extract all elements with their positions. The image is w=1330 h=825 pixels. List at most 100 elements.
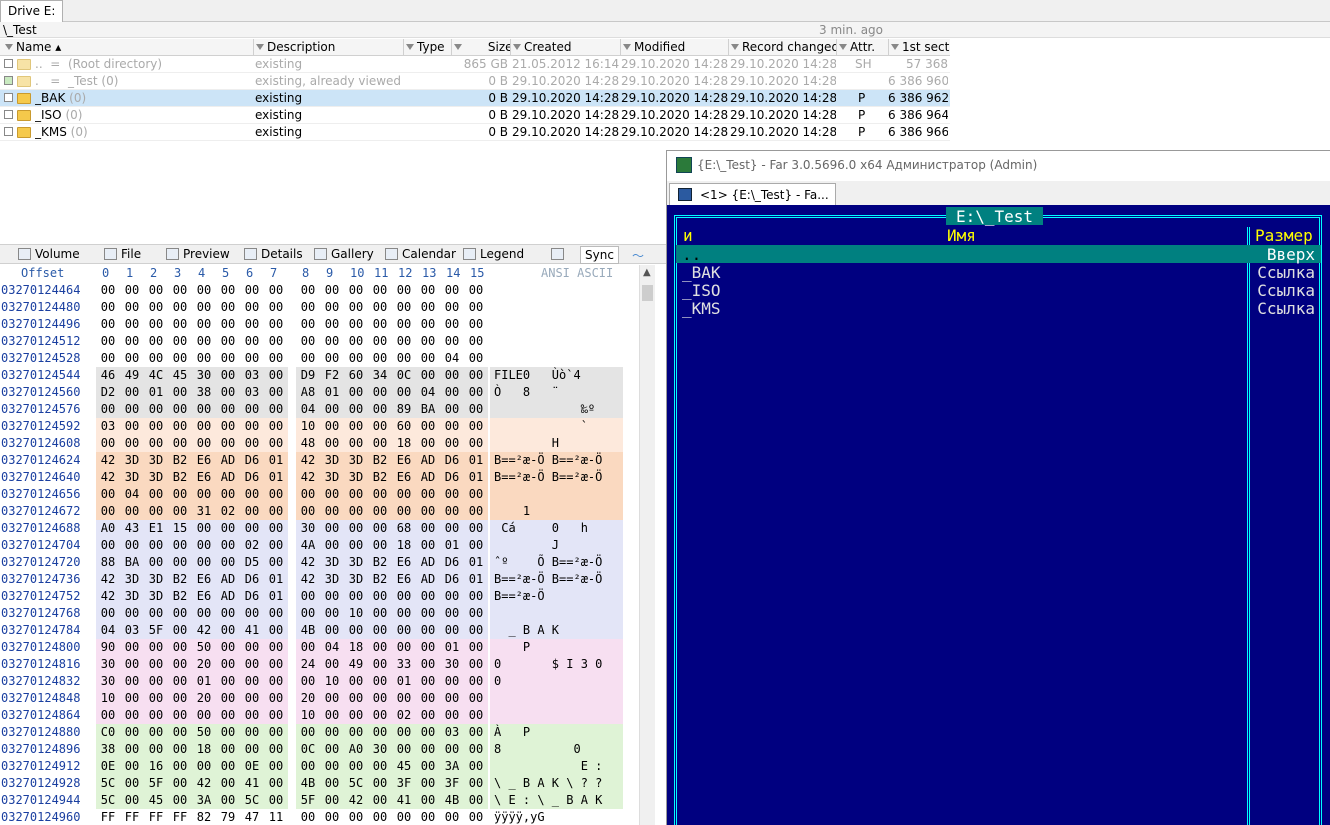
hex-byte[interactable]: 01 xyxy=(464,571,488,588)
hex-byte[interactable]: 00 xyxy=(216,486,240,503)
ascii-text[interactable]: ‰º xyxy=(490,401,623,418)
hex-row[interactable]: 03270124704 00 00 00 00 00 00 02 00 4A 00 00 00 18 00 0… xyxy=(0,537,640,554)
hex-byte[interactable]: 00 xyxy=(240,401,264,418)
hex-byte[interactable]: 00 xyxy=(216,520,240,537)
hex-byte[interactable]: 43 xyxy=(120,520,144,537)
ascii-text[interactable]: P xyxy=(490,639,623,656)
hex-byte[interactable]: 00 xyxy=(464,401,488,418)
hex-byte[interactable]: 00 xyxy=(344,690,368,707)
hex-byte[interactable]: 00 xyxy=(368,673,392,690)
hex-byte[interactable]: 00 xyxy=(416,758,440,775)
hex-byte[interactable]: 0C xyxy=(296,741,320,758)
hex-byte[interactable]: 00 xyxy=(144,299,168,316)
hex-byte[interactable]: 00 xyxy=(144,435,168,452)
hex-row[interactable]: 03270124928 5C 00 5F 00 42 00 41 00 4B 00 5C 00 3F 00 3… xyxy=(0,775,640,792)
hex-byte[interactable]: 00 xyxy=(96,707,120,724)
hex-byte[interactable]: 00 xyxy=(216,299,240,316)
tab-drive-e[interactable]: Drive E: xyxy=(0,0,64,22)
hex-byte[interactable]: 00 xyxy=(344,707,368,724)
ascii-text[interactable]: B==²æ-Ö B==²æ-Ö xyxy=(490,469,623,486)
hex-byte[interactable]: 00 xyxy=(344,503,368,520)
hex-byte[interactable]: 02 xyxy=(216,503,240,520)
hex-byte[interactable]: 00 xyxy=(392,588,416,605)
hex-byte[interactable]: 00 xyxy=(416,690,440,707)
hex-byte[interactable]: B2 xyxy=(168,588,192,605)
hex-byte[interactable]: 00 xyxy=(440,316,464,333)
hex-byte[interactable]: 4B xyxy=(296,775,320,792)
hex-byte[interactable]: 00 xyxy=(392,384,416,401)
hex-byte[interactable]: 03 xyxy=(240,384,264,401)
hex-byte[interactable]: 00 xyxy=(264,435,288,452)
hex-byte[interactable]: E6 xyxy=(192,452,216,469)
hex-byte[interactable]: 00 xyxy=(296,639,320,656)
hex-editor[interactable]: 03270124464 00 00 00 00 00 00 00 00 00 00 00 00 00 00 0… xyxy=(0,282,640,825)
hex-byte[interactable]: 00 xyxy=(192,758,216,775)
hex-byte[interactable]: 00 xyxy=(320,520,344,537)
hex-byte[interactable]: 68 xyxy=(392,520,416,537)
hex-byte[interactable]: 00 xyxy=(368,639,392,656)
ascii-text[interactable]: B==²æ-Ö B==²æ-Ö xyxy=(490,571,623,588)
hex-byte[interactable]: 00 xyxy=(392,486,416,503)
hex-byte[interactable]: 00 xyxy=(296,673,320,690)
hex-byte[interactable]: 20 xyxy=(192,690,216,707)
hex-byte[interactable]: 00 xyxy=(320,792,344,809)
hex-byte[interactable]: E6 xyxy=(392,554,416,571)
hex-byte[interactable]: 3D xyxy=(120,588,144,605)
hex-byte[interactable]: 00 xyxy=(440,486,464,503)
hex-byte[interactable]: 00 xyxy=(368,622,392,639)
hex-byte[interactable]: 00 xyxy=(368,418,392,435)
hex-byte[interactable]: 00 xyxy=(440,384,464,401)
hex-byte[interactable]: 00 xyxy=(320,622,344,639)
hex-byte[interactable]: AD xyxy=(416,571,440,588)
hex-byte[interactable]: 00 xyxy=(240,299,264,316)
hex-byte[interactable]: 00 xyxy=(344,418,368,435)
hex-byte[interactable]: 00 xyxy=(120,299,144,316)
hex-byte[interactable]: 5F xyxy=(296,792,320,809)
hex-byte[interactable]: 00 xyxy=(392,809,416,825)
hex-row[interactable]: 03270124592 03 00 00 00 00 00 00 00 10 00 00 00 60 00 0… xyxy=(0,418,640,435)
hex-byte[interactable]: 00 xyxy=(96,350,120,367)
hex-byte[interactable]: 00 xyxy=(440,673,464,690)
hex-byte[interactable]: 00 xyxy=(168,299,192,316)
hex-byte[interactable]: 00 xyxy=(368,503,392,520)
hex-byte[interactable]: 00 xyxy=(440,622,464,639)
filter-icon[interactable] xyxy=(839,44,847,50)
hex-byte[interactable]: 00 xyxy=(416,605,440,622)
hex-row[interactable]: 03270124576 00 00 00 00 00 00 00 00 04 00 00 00 89 BA 0… xyxy=(0,401,640,418)
hex-byte[interactable]: 00 xyxy=(240,520,264,537)
hex-row[interactable]: 03270124528 00 00 00 00 00 00 00 00 00 00 00 00 00 00 0… xyxy=(0,350,640,367)
hex-byte[interactable]: 00 xyxy=(368,333,392,350)
hex-byte[interactable]: 3D xyxy=(144,588,168,605)
hex-byte[interactable]: 00 xyxy=(320,435,344,452)
hex-byte[interactable]: 00 xyxy=(168,690,192,707)
hex-byte[interactable]: 00 xyxy=(168,503,192,520)
hex-byte[interactable]: 00 xyxy=(392,503,416,520)
hex-byte[interactable]: 30 xyxy=(96,673,120,690)
hex-byte[interactable]: 47 xyxy=(240,809,264,825)
hex-byte[interactable]: 00 xyxy=(392,741,416,758)
hex-byte[interactable]: 04 xyxy=(296,401,320,418)
hex-byte[interactable]: 41 xyxy=(240,775,264,792)
hex-byte[interactable]: 00 xyxy=(216,316,240,333)
hex-byte[interactable]: E1 xyxy=(144,520,168,537)
ascii-text[interactable] xyxy=(490,282,623,299)
hex-byte[interactable]: 38 xyxy=(192,384,216,401)
hex-byte[interactable]: 00 xyxy=(416,537,440,554)
ascii-text[interactable] xyxy=(490,707,623,724)
hex-byte[interactable]: 00 xyxy=(464,605,488,622)
hex-byte[interactable]: 00 xyxy=(464,673,488,690)
hex-byte[interactable]: 49 xyxy=(344,656,368,673)
hex-byte[interactable]: 3D xyxy=(320,452,344,469)
hex-byte[interactable]: AD xyxy=(216,469,240,486)
hex-byte[interactable]: 4B xyxy=(296,622,320,639)
hex-byte[interactable]: 00 xyxy=(144,486,168,503)
hex-byte[interactable]: 00 xyxy=(368,435,392,452)
hex-byte[interactable]: 15 xyxy=(168,520,192,537)
hex-byte[interactable]: 00 xyxy=(240,605,264,622)
hex-byte[interactable]: 00 xyxy=(168,384,192,401)
hex-byte[interactable]: 45 xyxy=(168,367,192,384)
hex-byte[interactable]: 00 xyxy=(368,605,392,622)
hex-byte[interactable]: 3D xyxy=(120,452,144,469)
hex-byte[interactable]: 3D xyxy=(320,469,344,486)
hex-byte[interactable]: 00 xyxy=(440,282,464,299)
